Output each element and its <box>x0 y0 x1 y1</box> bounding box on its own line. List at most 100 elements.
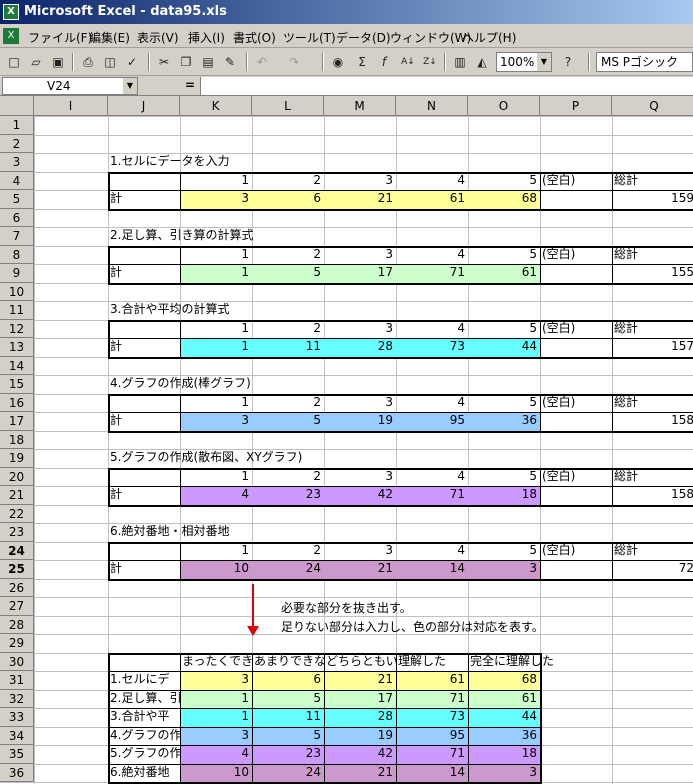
new-icon[interactable]: □ <box>4 53 24 71</box>
paste-icon[interactable]: ▤ <box>198 53 218 71</box>
summary-value-cell[interactable]: 44 <box>468 707 540 726</box>
pivot-value-cell[interactable]: 1 <box>180 263 252 282</box>
pivot-row-label[interactable]: 計 <box>108 189 180 208</box>
pivot-total-cell[interactable]: 155 <box>612 263 693 282</box>
summary-value-cell[interactable]: 6 <box>252 670 324 689</box>
pivot-value-cell[interactable]: 10 <box>180 559 252 578</box>
summary-value-cell[interactable]: 1 <box>180 707 252 726</box>
save-icon[interactable]: ▣ <box>48 53 68 71</box>
pivot-value-cell[interactable]: 19 <box>324 411 396 430</box>
summary-value-cell[interactable]: 5 <box>252 726 324 745</box>
pivot-value-cell[interactable]: 28 <box>324 337 396 356</box>
menu-item-6[interactable]: データ(D) <box>336 29 391 46</box>
summary-value-cell[interactable]: 61 <box>468 689 540 708</box>
row-header-4[interactable]: 4 <box>0 171 34 190</box>
open-icon[interactable]: ▱ <box>26 53 46 71</box>
summary-value-cell[interactable]: 17 <box>324 689 396 708</box>
column-header-P[interactable]: P <box>540 96 612 116</box>
column-header-O[interactable]: O <box>468 96 540 116</box>
summary-row-label[interactable]: 1.セルにデ <box>108 670 180 689</box>
row-header-19[interactable]: 19 <box>0 449 34 468</box>
pivot-value-cell[interactable]: 23 <box>252 485 324 504</box>
summary-value-cell[interactable]: 18 <box>468 744 540 763</box>
pivot-total-cell[interactable]: 72 <box>612 559 693 578</box>
column-header-Q[interactable]: Q <box>612 96 693 116</box>
pivot-value-cell[interactable]: 5 <box>252 411 324 430</box>
row-header-17[interactable]: 17 <box>0 412 34 431</box>
menu-item-3[interactable]: 挿入(I) <box>188 29 225 46</box>
pivot-value-cell[interactable]: 21 <box>324 189 396 208</box>
summary-value-cell[interactable]: 71 <box>396 744 468 763</box>
pivot-value-cell[interactable]: 68 <box>468 189 540 208</box>
row-header-5[interactable]: 5 <box>0 190 34 209</box>
summary-value-cell[interactable]: 71 <box>396 689 468 708</box>
menu-item-0[interactable]: ファイル(F) <box>28 29 92 46</box>
summary-row-label[interactable]: 6.絶対番地 <box>108 763 180 782</box>
row-header-6[interactable]: 6 <box>0 208 34 227</box>
pivot-total-cell[interactable]: 158 <box>612 411 693 430</box>
summary-value-cell[interactable]: 10 <box>180 763 252 782</box>
pivot-row-label[interactable]: 計 <box>108 485 180 504</box>
menu-item-1[interactable]: 編集(E) <box>89 29 130 46</box>
sort-descending-icon[interactable]: Z↓ <box>420 53 440 71</box>
summary-value-cell[interactable]: 3 <box>180 670 252 689</box>
pivot-value-cell[interactable]: 3 <box>180 411 252 430</box>
summary-value-cell[interactable]: 23 <box>252 744 324 763</box>
drawing-icon[interactable]: ◭ <box>472 53 492 71</box>
pivot-value-cell[interactable]: 61 <box>468 263 540 282</box>
summary-row-label[interactable]: 5.グラフの作 <box>108 744 180 763</box>
summary-value-cell[interactable]: 21 <box>324 763 396 782</box>
row-header-1[interactable]: 1 <box>0 116 34 135</box>
row-header-2[interactable]: 2 <box>0 134 34 153</box>
summary-value-cell[interactable]: 73 <box>396 707 468 726</box>
row-header-29[interactable]: 29 <box>0 634 34 653</box>
hyperlink-icon[interactable]: ◉ <box>328 53 348 71</box>
zoom-select[interactable]: 100% ▼ <box>496 52 552 72</box>
row-header-10[interactable]: 10 <box>0 282 34 301</box>
summary-value-cell[interactable]: 42 <box>324 744 396 763</box>
summary-row-label[interactable]: 4.グラフの作 <box>108 726 180 745</box>
workbook-icon[interactable]: X <box>3 28 19 44</box>
pivot-value-cell[interactable]: 18 <box>468 485 540 504</box>
name-box[interactable]: V24 ▼ <box>2 77 138 95</box>
pivot-value-cell[interactable]: 36 <box>468 411 540 430</box>
row-header-31[interactable]: 31 <box>0 671 34 690</box>
redo-icon[interactable]: ↷ <box>284 53 304 71</box>
pivot-value-cell[interactable]: 73 <box>396 337 468 356</box>
column-header-J[interactable]: J <box>108 96 180 116</box>
row-header-3[interactable]: 3 <box>0 153 34 172</box>
sort-ascending-icon[interactable]: A↓ <box>398 53 418 71</box>
undo-icon[interactable]: ↶ <box>252 53 272 71</box>
pivot-value-cell[interactable]: 3 <box>468 559 540 578</box>
row-header-21[interactable]: 21 <box>0 486 34 505</box>
chevron-down-icon[interactable]: ▼ <box>123 78 137 94</box>
autosum-icon[interactable]: Σ <box>352 53 372 71</box>
pivot-value-cell[interactable]: 11 <box>252 337 324 356</box>
menu-item-2[interactable]: 表示(V) <box>137 29 179 46</box>
pivot-value-cell[interactable]: 61 <box>396 189 468 208</box>
summary-value-cell[interactable]: 3 <box>180 726 252 745</box>
summary-row-label[interactable]: 3.合計や平 <box>108 707 180 726</box>
menu-item-7[interactable]: ウィンドウ(W) <box>390 29 471 46</box>
row-header-24[interactable]: 24 <box>0 541 34 560</box>
summary-value-cell[interactable]: 24 <box>252 763 324 782</box>
function-icon[interactable]: f <box>374 53 394 71</box>
summary-value-cell[interactable]: 19 <box>324 726 396 745</box>
summary-value-cell[interactable]: 61 <box>396 670 468 689</box>
row-header-9[interactable]: 9 <box>0 264 34 283</box>
row-header-15[interactable]: 15 <box>0 375 34 394</box>
pivot-value-cell[interactable]: 71 <box>396 263 468 282</box>
row-header-11[interactable]: 11 <box>0 301 34 320</box>
column-header-K[interactable]: K <box>180 96 252 116</box>
formula-equals-icon[interactable]: = <box>185 78 195 92</box>
row-header-34[interactable]: 34 <box>0 726 34 745</box>
pivot-value-cell[interactable]: 3 <box>180 189 252 208</box>
row-header-14[interactable]: 14 <box>0 356 34 375</box>
pivot-value-cell[interactable]: 1 <box>180 337 252 356</box>
pivot-row-label[interactable]: 計 <box>108 559 180 578</box>
worksheet-grid[interactable]: 1.セルにデータを入力 1 2 3 4 5 (空白) 総計計 3 6 21 61 68 159 2.足し算、… <box>0 96 693 784</box>
pivot-value-cell[interactable]: 42 <box>324 485 396 504</box>
summary-value-cell[interactable]: 21 <box>324 670 396 689</box>
pivot-value-cell[interactable]: 95 <box>396 411 468 430</box>
pivot-row-label[interactable]: 計 <box>108 263 180 282</box>
